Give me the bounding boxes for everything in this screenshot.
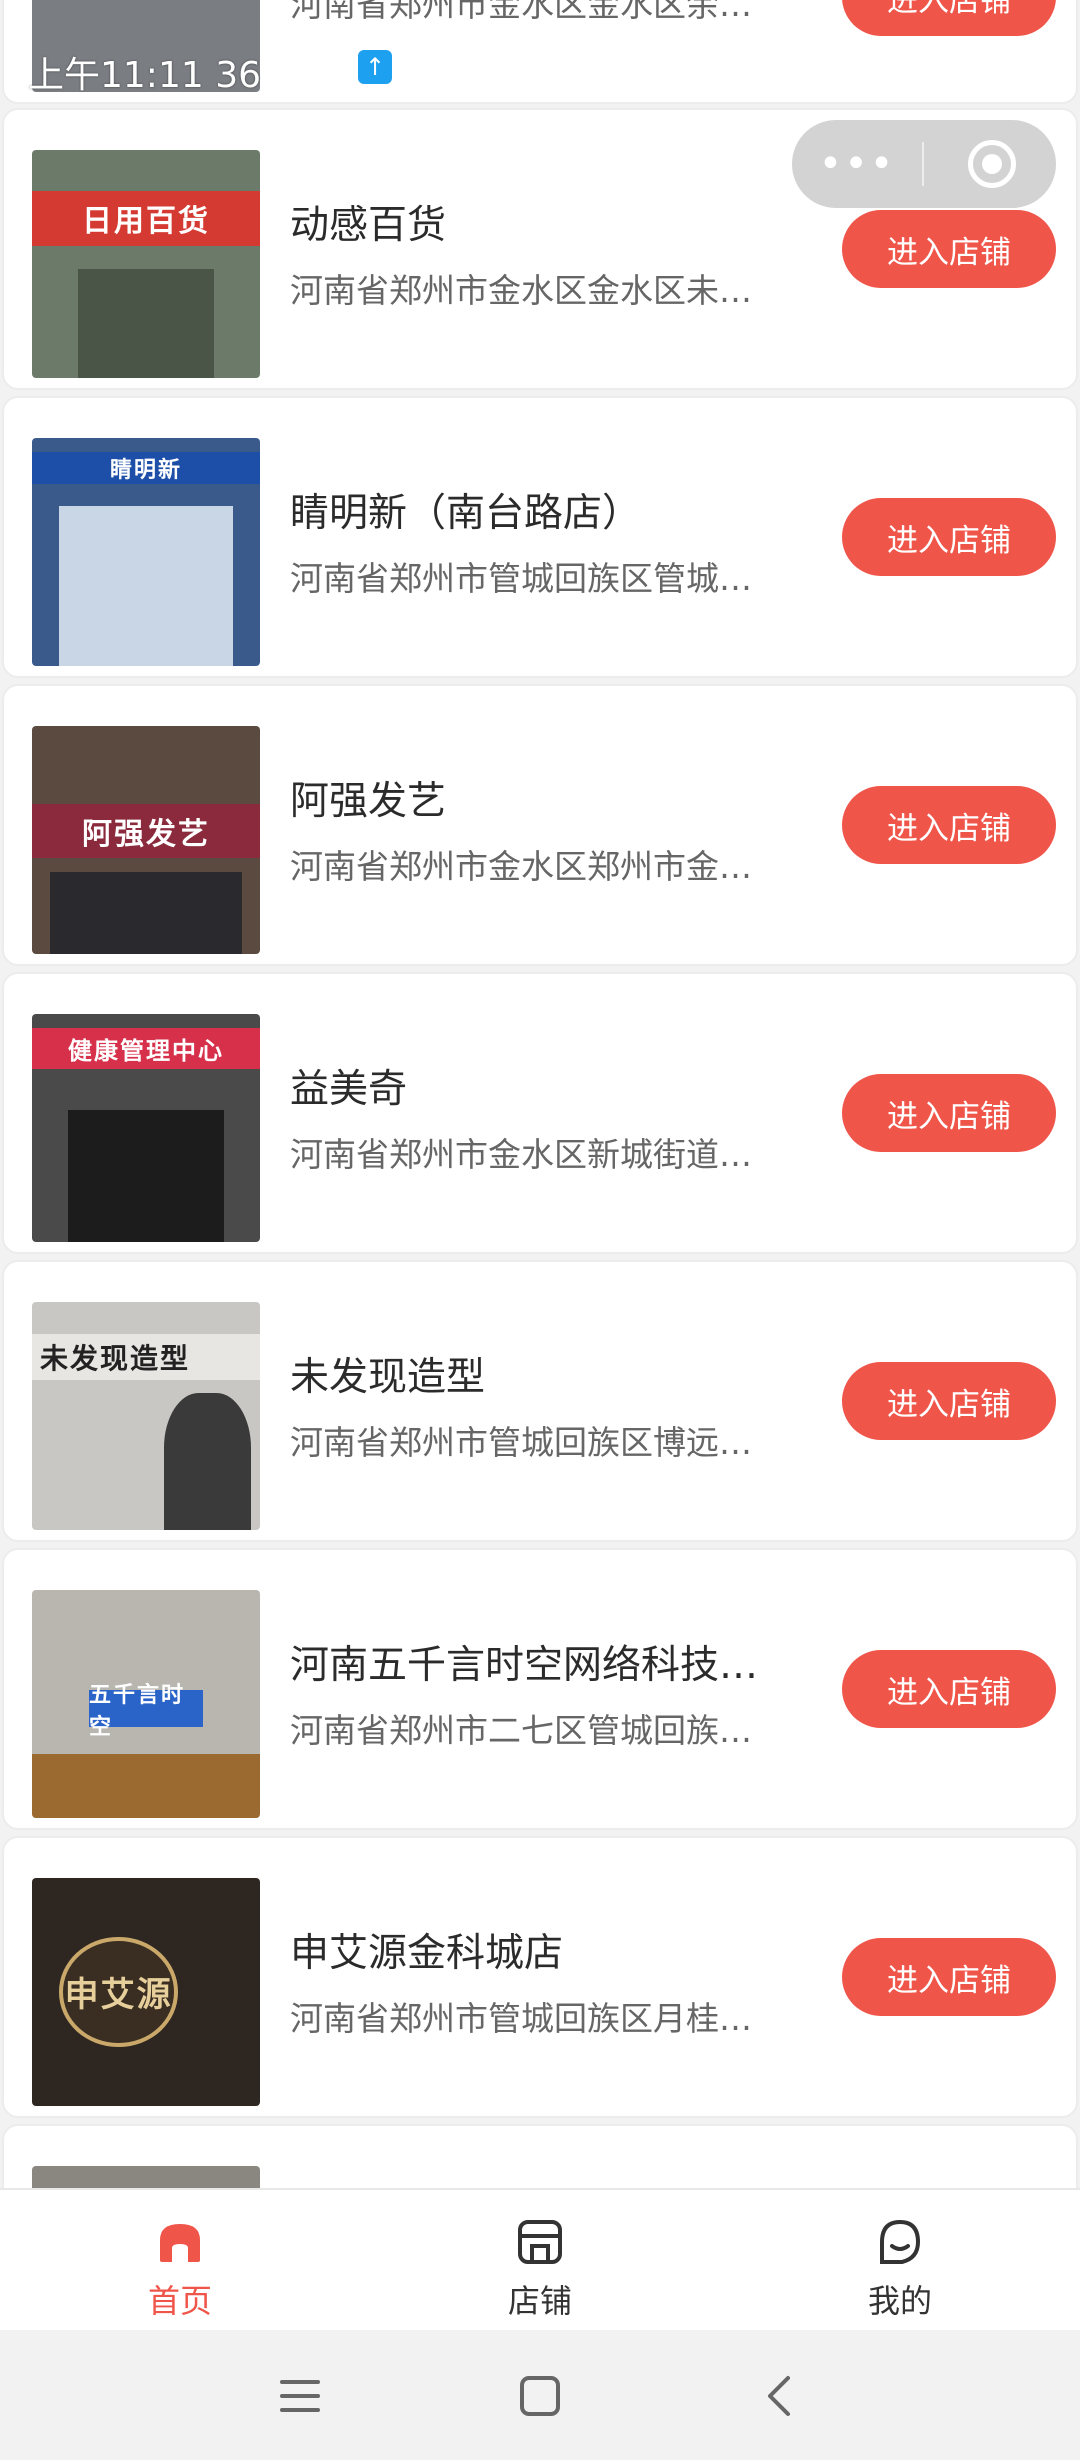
store-thumbnail: 申艾源 (32, 1878, 260, 2106)
store-address: 河南省郑州市管城回族区月桂… (290, 1999, 752, 2038)
store-name: 睛明新（南台路店） (290, 491, 642, 536)
store-card[interactable]: 未发现造型 未发现造型 河南省郑州市管城回族区博远… 进入店铺 (2, 1260, 1078, 1542)
status-time: 上午11:11 36 (28, 55, 261, 96)
store-thumbnail: 阿强发艺 (32, 726, 260, 954)
store-list: 河南省郑州市金水区金水区余… 进入店铺 日用百货 动感百货 河南省郑州市金水区金… (0, 0, 1080, 2188)
store-thumbnail: 健康管理中心 (32, 1014, 260, 1242)
store-thumbnail: 日用百货 (32, 150, 260, 378)
store-name: 动感百货 (290, 203, 447, 248)
store-card[interactable]: 阿强发艺 阿强发艺 河南省郑州市金水区郑州市金… 进入店铺 (2, 684, 1078, 966)
store-card[interactable]: 申艾源 申艾源金科城店 河南省郑州市管城回族区月桂… 进入店铺 (2, 1836, 1078, 2118)
more-menu-button[interactable]: ••• (792, 141, 922, 187)
store-card-partial[interactable] (2, 2124, 1078, 2188)
miniprogram-capsule: ••• (792, 120, 1056, 208)
tab-home-label: 首页 (147, 2282, 212, 2320)
target-icon (982, 154, 1002, 174)
enter-store-button[interactable]: 进入店铺 (842, 786, 1056, 864)
store-name: 益美奇 (290, 1067, 408, 1112)
store-sign: 阿强发艺 (32, 803, 260, 859)
store-sign: 未发现造型 (32, 1333, 260, 1380)
tab-store[interactable]: 店铺 (440, 2190, 640, 2332)
store-name: 未发现造型 (290, 1355, 486, 1400)
store-icon (518, 2220, 562, 2264)
store-sign: 睛明新 (32, 451, 260, 484)
enter-store-button[interactable]: 进入店铺 (842, 1362, 1056, 1440)
store-thumbnail: 未发现造型 (32, 1302, 260, 1530)
enter-store-button[interactable]: 进入店铺 (842, 1074, 1056, 1152)
store-sign: 申艾源 (59, 1937, 178, 2047)
store-address: 河南省郑州市二七区管城回族… (290, 1711, 752, 1750)
tab-mine[interactable]: 我的 (800, 2190, 1000, 2332)
tab-home[interactable]: 首页 (80, 2190, 280, 2332)
store-thumbnail: 睛明新 (32, 438, 260, 666)
capsule-divider (922, 142, 924, 186)
upload-notification-icon: ↑ (358, 50, 392, 84)
store-address: 河南省郑州市管城回族区管城… (290, 559, 752, 598)
enter-store-button[interactable]: 进入店铺 (842, 0, 1056, 36)
store-address: 河南省郑州市金水区郑州市金… (290, 847, 752, 886)
home-icon (160, 2224, 200, 2262)
bottom-tab-bar: 首页 店铺 我的 (0, 2188, 1080, 2330)
enter-store-button[interactable]: 进入店铺 (842, 498, 1056, 576)
store-address: 河南省郑州市金水区新城街道… (290, 1135, 752, 1174)
profile-icon (880, 2219, 921, 2264)
back-icon[interactable] (756, 2372, 804, 2420)
store-thumbnail (32, 2166, 260, 2188)
enter-store-button[interactable]: 进入店铺 (842, 1650, 1056, 1728)
store-name: 申艾源金科城店 (290, 1931, 564, 1976)
store-sign: 健康管理中心 (32, 1027, 260, 1069)
store-address: 河南省郑州市金水区金水区未… (290, 271, 752, 310)
store-address: 河南省郑州市金水区金水区余… (290, 0, 752, 24)
enter-store-button[interactable]: 进入店铺 (842, 1938, 1056, 2016)
store-card[interactable]: 五千言时空 河南五千言时空网络科技… 河南省郑州市二七区管城回族… 进入店铺 (2, 1548, 1078, 1830)
tab-mine-label: 我的 (867, 2282, 932, 2320)
store-sign: 日用百货 (32, 191, 260, 246)
store-card[interactable]: 睛明新 睛明新（南台路店） 河南省郑州市管城回族区管城… 进入店铺 (2, 396, 1078, 678)
store-card[interactable]: 健康管理中心 益美奇 河南省郑州市金水区新城街道… 进入店铺 (2, 972, 1078, 1254)
enter-store-button[interactable]: 进入店铺 (842, 210, 1056, 288)
home-square-icon[interactable] (516, 2372, 564, 2420)
store-name: 阿强发艺 (290, 779, 447, 824)
menu-icon[interactable] (276, 2372, 324, 2420)
store-address: 河南省郑州市管城回族区博远… (290, 1423, 752, 1462)
store-thumbnail: 五千言时空 (32, 1590, 260, 1818)
tab-store-label: 店铺 (507, 2282, 572, 2320)
store-sign: 五千言时空 (89, 1683, 203, 1740)
close-miniprogram-button[interactable] (968, 140, 1016, 188)
store-name: 河南五千言时空网络科技… (290, 1643, 759, 1688)
